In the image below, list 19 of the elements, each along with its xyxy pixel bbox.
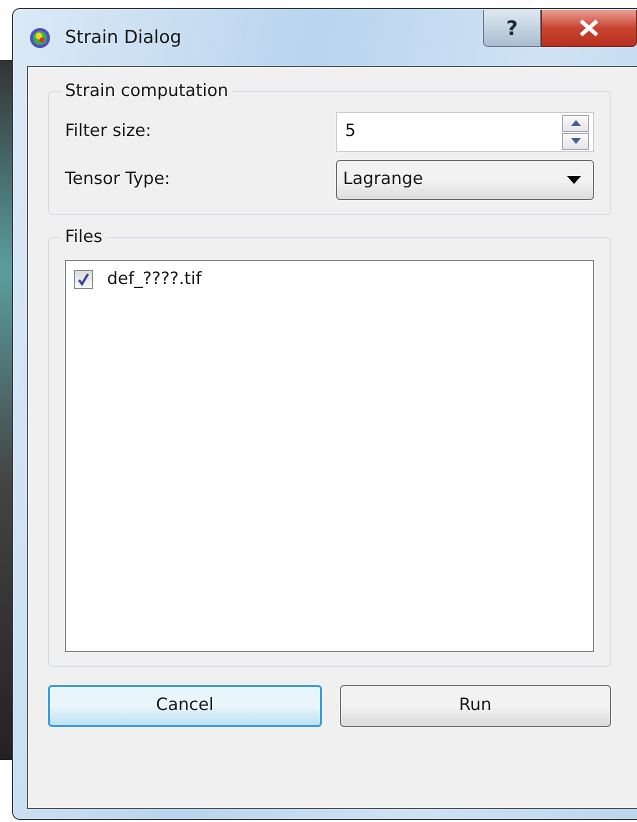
close-icon: [578, 19, 600, 37]
field-label: Filter size:: [65, 120, 152, 144]
spin-up-button[interactable]: [562, 114, 589, 132]
spin-down-button[interactable]: [562, 132, 589, 150]
caret-icon: [567, 176, 581, 184]
checkbox[interactable]: [74, 270, 93, 290]
field-label: Tensor Type:: [65, 168, 170, 192]
close-button[interactable]: [541, 10, 637, 47]
window-title: Strain Dialog: [65, 26, 182, 50]
up-arrow-icon: [570, 120, 580, 126]
filter-size-spinbox[interactable]: 5: [336, 112, 594, 152]
dialog-button[interactable]: Cancel: [48, 685, 322, 727]
tensor-type-dropdown[interactable]: Lagrange: [336, 160, 594, 200]
app-icon: [29, 26, 51, 48]
spinbox-value: 5: [345, 120, 356, 144]
dialog-button[interactable]: Run: [340, 685, 611, 727]
file-name: def_????.tif: [107, 268, 202, 291]
help-button[interactable]: ?: [483, 10, 541, 47]
down-arrow-icon: [570, 138, 580, 144]
